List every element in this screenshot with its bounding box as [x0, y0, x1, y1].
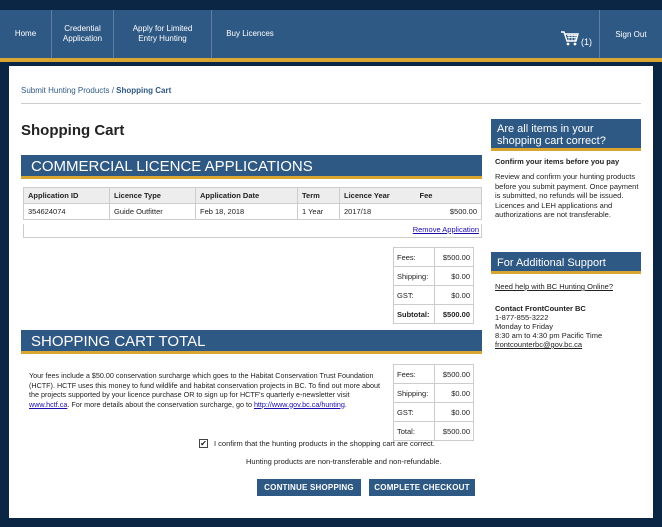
term: 1 Year — [297, 203, 340, 220]
shipping-value: $0.00 — [434, 383, 474, 403]
application-date: Feb 18, 2018 — [195, 203, 298, 220]
column-header: Licence Type — [109, 187, 196, 204]
confirm-label: I confirm that the hunting products in t… — [214, 439, 435, 448]
remove-application-link[interactable]: Remove Application — [413, 225, 479, 234]
breadcrumb-parent[interactable]: Submit Hunting Products — [21, 86, 110, 95]
fees-value: $500.00 — [434, 247, 474, 267]
nav-home-label: Home — [14, 29, 37, 38]
nav-credential-label-1: Credential — [64, 24, 101, 33]
gst-value: $0.00 — [434, 285, 474, 305]
breadcrumb-current: Shopping Cart — [116, 86, 172, 95]
check-mark-icon: ✔ — [200, 439, 207, 448]
nav-leh-label-1: Apply for Limited — [132, 24, 193, 33]
shopping-cart-icon[interactable] — [560, 30, 580, 46]
continue-shopping-button[interactable]: CONTINUE SHOPPING — [257, 479, 361, 496]
nav-apply-leh[interactable]: Apply for Limited Entry Hunting — [114, 10, 212, 58]
gst-label: GST: — [393, 402, 435, 422]
nav-buy-licences[interactable]: Buy Licences — [212, 10, 288, 58]
fees-label: Fees: — [393, 247, 435, 267]
fee: $500.00 — [415, 203, 482, 220]
nav-home[interactable]: Home — [0, 10, 52, 58]
confirm-checkbox[interactable]: ✔ — [199, 439, 208, 448]
help-link[interactable]: Need help with BC Hunting Online? — [495, 282, 641, 292]
sign-out-link[interactable]: Sign Out — [599, 10, 662, 58]
surcharge-text-3: . — [344, 399, 347, 409]
column-header: Fee — [415, 187, 482, 204]
licence-type: Guide Outfitter — [109, 203, 196, 220]
licence-year: 2017/18 — [339, 203, 416, 220]
gst-label: GST: — [393, 285, 435, 305]
total-label: Total: — [393, 421, 435, 441]
nav-credential-label-2: Application — [62, 34, 103, 43]
divider — [21, 103, 641, 104]
column-header: Application ID — [23, 187, 110, 204]
subtotal-value: $500.00 — [434, 304, 474, 324]
nav-leh-label-2: Entry Hunting — [138, 34, 187, 43]
cart-count[interactable]: (1) — [581, 37, 592, 47]
surcharge-text-2: . For more details about the conservatio… — [67, 399, 254, 409]
conservation-surcharge-text: Your fees include a $50.00 conservation … — [29, 371, 381, 409]
column-header: Licence Year — [339, 187, 416, 204]
shipping-label: Shipping: — [393, 383, 435, 403]
nav-buy-licences-label: Buy Licences — [226, 29, 274, 38]
cart-totals: Fees: $500.00 Shipping: $0.00 GST: $0.00 To… — [393, 364, 474, 441]
sidebar-confirm-heading: Are all items in your shopping cart corr… — [491, 119, 641, 151]
applications-table: Application ID Licence Type Application … — [23, 187, 482, 220]
shipping-value: $0.00 — [434, 266, 474, 286]
sidebar-confirm-subheading: Confirm your items before you pay — [495, 157, 620, 166]
fees-value: $500.00 — [434, 364, 474, 384]
column-header: Application Date — [195, 187, 298, 204]
gov-hunting-link[interactable]: http://www.gov.bc.ca/hunting — [254, 400, 345, 409]
applications-totals: Fees: $500.00 Shipping: $0.00 GST: $0.00 Su… — [393, 247, 474, 324]
complete-checkout-button[interactable]: COMPLETE CHECKOUT — [369, 479, 475, 496]
sidebar-support-heading: For Additional Support — [491, 252, 641, 274]
sidebar-confirm-text: Review and confirm your hunting products… — [495, 172, 639, 219]
commercial-applications-heading: COMMERCIAL LICENCE APPLICATIONS — [21, 155, 482, 179]
subtotal-label: Subtotal: — [393, 304, 435, 324]
remove-row: Remove Application — [23, 224, 482, 238]
cart-total-heading: SHOPPING CART TOTAL — [21, 330, 482, 354]
hctf-link[interactable]: www.hctf.ca — [29, 400, 67, 409]
non-transferable-notice: Hunting products are non-transferable an… — [246, 457, 442, 466]
column-header: Term — [297, 187, 340, 204]
page-title: Shopping Cart — [21, 122, 125, 139]
nav-credential-application[interactable]: Credential Application — [52, 10, 114, 58]
gst-value: $0.00 — [434, 402, 474, 422]
table-row: 354624074 Guide Outfitter Feb 18, 2018 1… — [23, 203, 482, 220]
contact-email[interactable]: frontcounterbc@gov.bc.ca — [495, 340, 641, 350]
total-value: $500.00 — [434, 421, 474, 441]
application-id: 354624074 — [23, 203, 110, 220]
main-content: Submit Hunting Products / Shopping Cart … — [9, 66, 653, 518]
fees-label: Fees: — [393, 364, 435, 384]
breadcrumb: Submit Hunting Products / Shopping Cart — [21, 86, 171, 95]
shipping-label: Shipping: — [393, 266, 435, 286]
main-navigation: Home Credential Application Apply for Lim… — [0, 10, 662, 62]
surcharge-text-1: Your fees include a $50.00 conservation … — [29, 371, 381, 399]
top-strip — [0, 0, 662, 10]
